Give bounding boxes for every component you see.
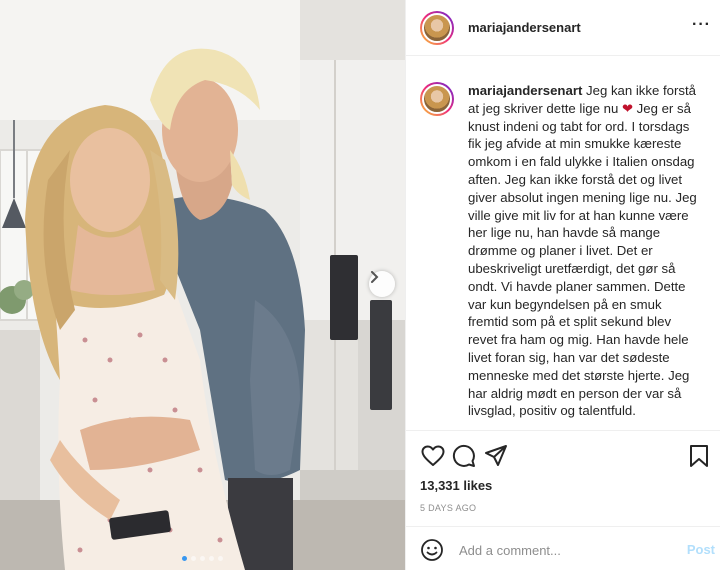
share-button[interactable] xyxy=(483,443,509,469)
comment-input[interactable] xyxy=(459,537,679,563)
post-timestamp[interactable]: 5 DAYS AGO xyxy=(420,503,476,513)
caption-body-end: Jeg er så knust indeni og tabt for ord. … xyxy=(468,100,697,419)
comment-icon xyxy=(452,444,475,467)
like-button[interactable] xyxy=(420,443,446,469)
carousel-dot xyxy=(191,556,196,561)
post-comment-button[interactable]: Post xyxy=(687,542,715,557)
post-header: mariajandersenart ··· xyxy=(406,0,720,56)
caption-block: mariajandersenart Jeg kan ikke forstå at… xyxy=(406,56,720,430)
emoji-icon[interactable] xyxy=(420,538,444,562)
more-options-icon[interactable]: ··· xyxy=(692,17,711,33)
chevron-right-icon xyxy=(371,271,379,283)
carousel-dot xyxy=(209,556,214,561)
comment-composer: Post xyxy=(406,526,720,570)
instagram-post: mariajandersenart ··· mariajandersenart … xyxy=(0,0,720,570)
avatar[interactable] xyxy=(420,10,454,45)
bookmark-icon xyxy=(690,445,708,467)
couple-photo-illustration xyxy=(0,0,405,570)
username-link[interactable]: mariajandersenart xyxy=(468,20,581,35)
caption-avatar[interactable] xyxy=(420,82,454,116)
action-bar xyxy=(420,443,712,471)
carousel-dot xyxy=(218,556,223,561)
likes-count[interactable]: 13,331 likes xyxy=(420,478,492,493)
caption-username-link[interactable]: mariajandersenart xyxy=(468,83,582,98)
share-icon xyxy=(485,445,507,466)
save-button[interactable] xyxy=(686,443,712,469)
actions-area: 13,331 likes 5 DAYS AGO xyxy=(406,430,720,520)
post-details-panel: mariajandersenart ··· mariajandersenart … xyxy=(405,0,720,570)
broken-heart-emoji: ❤ xyxy=(621,100,633,116)
post-photo[interactable] xyxy=(0,0,405,570)
caption-text: mariajandersenart Jeg kan ikke forstå at… xyxy=(468,82,704,430)
heart-icon xyxy=(421,445,445,466)
carousel-dot xyxy=(200,556,205,561)
carousel-indicator xyxy=(0,556,405,561)
comment-button[interactable] xyxy=(451,443,477,469)
carousel-dot xyxy=(182,556,187,561)
carousel-next-button[interactable] xyxy=(369,271,395,297)
